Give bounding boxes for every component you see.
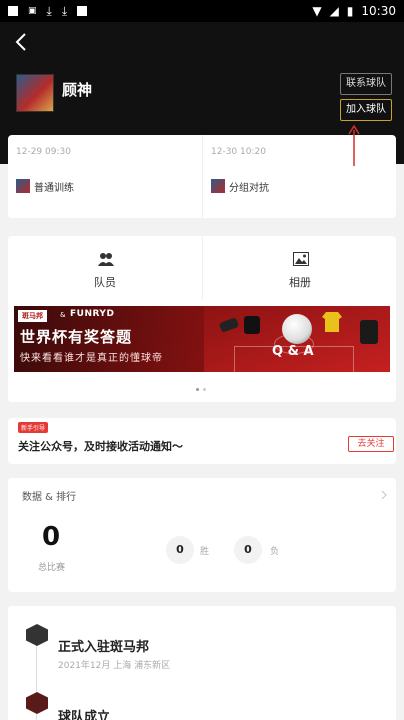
timeline-title: 球队成立 (58, 710, 111, 720)
notification-icon (8, 6, 18, 16)
team-tabs-card: 队员 相册 斑马邦 & FUNRYD 世界杯有奖答题 快来看看谁才是真正的懂球帝… (8, 236, 396, 402)
stats-card[interactable]: 数据 & 排行 0 总比赛 0 胜 0 负 (8, 478, 396, 592)
shinguard-graphic (360, 320, 378, 344)
timeline-title: 正式入驻斑马邦 (58, 640, 150, 655)
team-avatar (16, 74, 54, 112)
schedule-card: 12-29 09:30 普通训练 12-30 10:20 分组对抗 (8, 135, 396, 218)
losses-value: 0 (234, 536, 262, 564)
carousel-indicator (196, 388, 206, 391)
jersey-icon (322, 312, 342, 332)
banner-subtitle: 快来看看谁才是真正的懂球帝 (20, 353, 163, 364)
download-icon-2: ⤓ (61, 3, 68, 18)
total-matches-label: 总比赛 (38, 563, 66, 573)
contact-team-button[interactable]: 联系球队 (340, 73, 392, 95)
members-icon (98, 253, 114, 266)
join-team-button[interactable]: 加入球队 (340, 99, 392, 121)
schedule-thumbnail (16, 179, 30, 193)
timeline-card: 正式入驻斑马邦 2021年12月 上海 浦东新区 球队成立 (8, 606, 396, 720)
annotation-arrow-icon (348, 124, 360, 166)
schedule-time: 12-29 09:30 (16, 147, 71, 157)
tab-album[interactable]: 相册 (202, 236, 396, 300)
signal-icon: ◢ (329, 4, 339, 18)
tab-album-label: 相册 (289, 276, 311, 289)
carousel-dot[interactable] (203, 388, 206, 391)
guide-tag: 新手引导 (18, 422, 49, 433)
schedule-label: 普通训练 (34, 183, 74, 194)
banner-brand: FUNRYD (70, 309, 115, 319)
total-matches-value: 0 (42, 522, 61, 552)
schedule-time: 12-30 10:20 (211, 147, 266, 157)
app-notification-icon: ▣ (28, 6, 37, 16)
team-name: 顾神 (62, 81, 93, 99)
download-icon: ⤓ (46, 3, 52, 18)
promo-banner[interactable]: 斑马邦 & FUNRYD 世界杯有奖答题 快来看看谁才是真正的懂球帝 Q & A (14, 306, 390, 372)
wins-label: 胜 (200, 547, 210, 557)
losses-label: 负 (270, 547, 280, 557)
flag-icon (26, 692, 48, 714)
back-arrow-icon[interactable] (10, 30, 34, 54)
follow-button[interactable]: 去关注 (348, 436, 394, 452)
schedule-thumbnail (211, 179, 225, 193)
schedule-item[interactable]: 12-29 09:30 普通训练 (8, 135, 202, 218)
tab-members[interactable]: 队员 (8, 236, 202, 300)
status-bar: ▣ ⤓ ⤓ ▼ ◢ ▮ 10:30 (0, 0, 404, 22)
schedule-label: 分组对抗 (229, 183, 269, 194)
clock: 10:30 (361, 4, 396, 18)
chevron-right-icon[interactable] (380, 490, 388, 500)
football-icon (282, 314, 312, 344)
glove-graphic (244, 316, 260, 334)
follow-text: 关注公众号，及时接收活动通知～ (18, 440, 183, 453)
banner-title: 世界杯有奖答题 (20, 328, 133, 346)
wifi-icon: ▼ (312, 4, 322, 18)
notification-icon-2 (77, 6, 88, 16)
carousel-dot[interactable] (196, 388, 199, 391)
album-icon (293, 252, 309, 266)
stats-title: 数据 & 排行 (22, 492, 77, 503)
follow-card: 新手引导 关注公众号，及时接收活动通知～ 去关注 (8, 418, 396, 464)
schedule-item[interactable]: 12-30 10:20 分组对抗 (202, 135, 396, 218)
battery-icon: ▮ (346, 4, 354, 18)
wins-value: 0 (166, 536, 194, 564)
banner-amp: & (60, 311, 66, 319)
shield-icon (26, 624, 48, 646)
tab-members-label: 队员 (94, 276, 116, 289)
timeline-subtitle: 2021年12月 上海 浦东新区 (58, 661, 171, 671)
banner-qa: Q & A (272, 344, 314, 359)
banner-logo: 斑马邦 (18, 310, 47, 322)
